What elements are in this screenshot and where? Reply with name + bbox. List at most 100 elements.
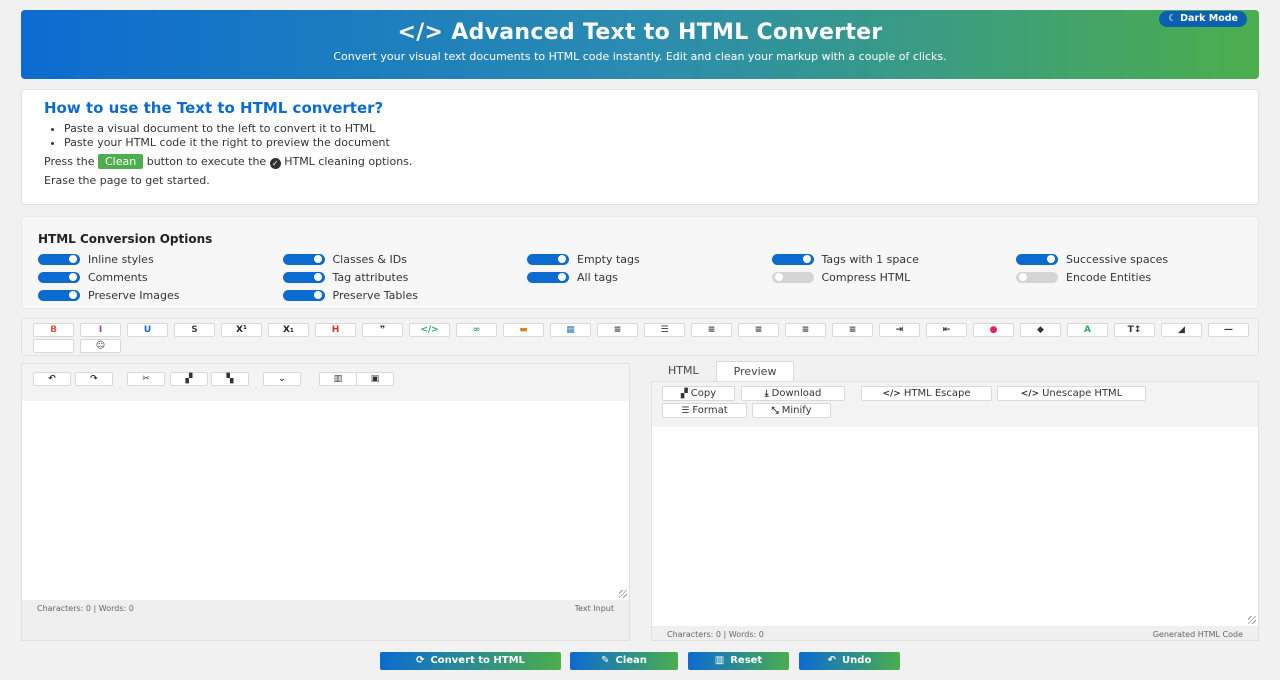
option-toggle[interactable] [282,271,325,283]
option-item[interactable]: Tags with 1 space [771,251,1017,267]
option-toggle[interactable] [282,289,325,301]
option-item[interactable]: Tag attributes [282,269,528,285]
download-icon: ⤓ [764,389,769,399]
toggle-knob [1047,255,1055,263]
minify-button[interactable]: ⤡ Minify [752,403,831,418]
superscript-icon[interactable]: X¹ [221,323,262,337]
image-icon[interactable]: ▬ [503,323,544,337]
blank-icon[interactable] [33,339,74,353]
text-input-editor[interactable] [22,401,629,600]
text-input-label: Text Input [574,604,614,613]
option-toggle[interactable] [38,289,80,301]
font-size-icon[interactable]: T↕ [1114,323,1155,337]
outdent-icon[interactable]: ⇤ [926,323,967,337]
toggle-knob [774,273,783,281]
format-button[interactable]: ☰ Format [662,403,747,418]
undo-button[interactable]: ↶ Undo [799,652,900,670]
press-text-pre: Press the [44,155,95,168]
fill-color-icon[interactable]: ◆ [1020,323,1061,337]
clean-button[interactable]: ✎ Clean [570,652,678,670]
unescape-html-button[interactable]: </> Unescape HTML [997,386,1146,401]
align-center-icon[interactable]: ≡ [738,323,779,337]
subscript-icon[interactable]: X₁ [268,323,309,337]
html-output-editor[interactable] [652,427,1258,626]
font-color-icon[interactable]: A [1067,323,1108,337]
option-label: Comments [88,270,148,284]
code-icon[interactable]: </> [409,323,450,337]
option-toggle[interactable] [1016,271,1058,283]
option-item[interactable]: Empty tags [527,251,772,267]
toggle-knob [558,273,566,281]
option-label: Inline styles [88,252,154,266]
reset-button[interactable]: ▥ Reset [688,652,789,670]
italic-icon[interactable]: I [80,323,121,337]
cut-icon[interactable]: ✂ [127,372,165,386]
align-justify-icon[interactable]: ≡ [832,323,873,337]
option-item[interactable]: Preserve Images [38,287,283,303]
convert-to-html-button[interactable]: ⟳ Convert to HTML [380,652,561,670]
editor-toolbar: ↶ ↷ ✂ ▞ ▚ ⌄ ▥ ▣ [22,364,629,401]
reset-label: Reset [730,655,763,666]
redo-icon[interactable]: ↷ [75,372,113,386]
page-title: </> Advanced Text to HTML Converter [397,20,883,45]
option-item[interactable]: Compress HTML [771,269,1017,285]
option-item[interactable]: Classes & IDs [282,251,528,267]
delete-icon[interactable]: ▥ [319,372,357,386]
option-toggle[interactable] [527,271,569,283]
html-escape-button[interactable]: </> HTML Escape [861,386,992,401]
copy-icon[interactable]: ▞ [170,372,208,386]
save-icon[interactable]: ▣ [356,372,394,386]
howto-title: How to use the Text to HTML converter? [44,99,384,117]
ordered-list-icon[interactable]: ≡ [597,323,638,337]
option-label: Classes & IDs [332,252,407,266]
strikethrough-icon[interactable]: S [174,323,215,337]
conversion-options: HTML Conversion Options Inline styles Cla… [21,216,1259,309]
indent-icon[interactable]: ⇥ [879,323,920,337]
html-output-footer: Characters: 0 | Words: 0 Generated HTML … [652,630,1258,639]
palette-icon[interactable]: ● [973,323,1014,337]
eraser-icon[interactable]: ◢ [1161,323,1202,337]
options-title: HTML Conversion Options [38,232,213,246]
option-item[interactable]: Encode Entities [1016,269,1261,285]
copy-button[interactable]: ▞ Copy [662,386,735,401]
tab-html[interactable]: HTML [651,361,716,381]
align-right-icon[interactable]: ≡ [785,323,826,337]
align-left-icon[interactable]: ≡ [691,323,732,337]
dark-mode-toggle[interactable]: ☾ Dark Mode [1159,11,1247,27]
option-item[interactable]: All tags [527,269,772,285]
quote-icon[interactable]: ❞ [362,323,403,337]
option-label: Encode Entities [1066,270,1152,284]
option-label: Empty tags [577,252,640,266]
option-toggle[interactable] [1016,253,1058,265]
option-toggle[interactable] [771,271,814,283]
underline-icon[interactable]: U [127,323,168,337]
paste-icon[interactable]: ▚ [211,372,249,386]
minify-icon: ⤡ [771,406,779,416]
link-icon[interactable]: ∞ [456,323,497,337]
option-item[interactable]: Preserve Tables [282,287,528,303]
code-icon: </> [882,389,901,399]
tab-preview[interactable]: Preview [715,361,795,381]
moon-icon: ☾ [1168,13,1181,24]
table-icon[interactable]: ▦ [550,323,591,337]
emoji-icon[interactable]: ☺ [80,339,121,353]
option-toggle[interactable] [282,253,325,265]
option-toggle[interactable] [527,253,569,265]
option-item[interactable]: Inline styles [38,251,283,267]
option-item[interactable]: Comments [38,269,283,285]
toggle-knob [1019,273,1027,281]
option-toggle[interactable] [38,253,80,265]
option-item[interactable]: Successive spaces [1016,251,1261,267]
resize-handle[interactable] [1248,616,1256,624]
horizontal-rule-icon[interactable]: — [1208,323,1249,337]
option-toggle[interactable] [771,253,814,265]
select-all-icon[interactable]: ⌄ [263,372,301,386]
unordered-list-icon[interactable]: ☰ [644,323,685,337]
sync-icon: ⟳ [416,655,425,666]
resize-handle[interactable] [619,590,627,598]
heading-icon[interactable]: H [315,323,356,337]
undo-icon[interactable]: ↶ [33,372,71,386]
option-toggle[interactable] [38,271,80,283]
bold-icon[interactable]: B [33,323,74,337]
download-button[interactable]: ⤓ Download [741,386,845,401]
